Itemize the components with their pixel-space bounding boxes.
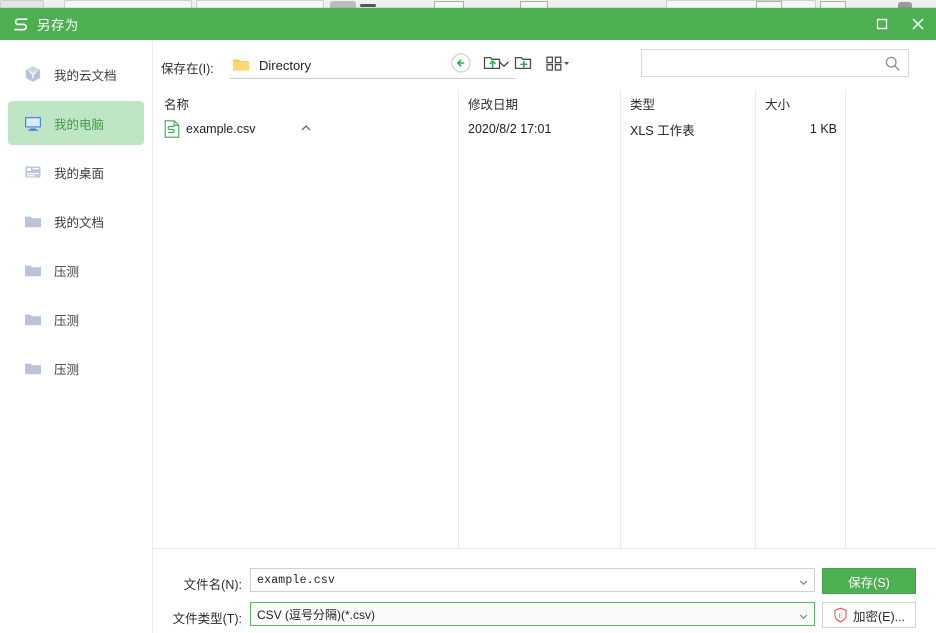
folder-new-icon: [512, 52, 534, 79]
shield-lock-icon: E: [833, 607, 848, 623]
desktop-icon: [22, 161, 44, 183]
folder-icon: [232, 57, 250, 73]
maximize-icon: [876, 18, 888, 30]
file-list-header: 名称 修改日期 类型 大小: [152, 90, 936, 116]
sidebar-item-label: 压测: [54, 362, 80, 377]
file-name: example.csv: [186, 122, 256, 136]
search-icon: [884, 55, 901, 72]
filetype-field[interactable]: CSV (逗号分隔)(*.csv): [250, 602, 815, 626]
save-as-dialog: 另存为 我的云文档 我的电脑 我的桌面 我的文档 压测 压测 压测 保存在(I)…: [0, 8, 936, 633]
app-logo-icon: [11, 14, 31, 34]
sidebar-item-label: 我的云文档: [54, 68, 117, 83]
encrypt-button[interactable]: E 加密(E)...: [822, 602, 916, 628]
sidebar-item-label: 我的电脑: [54, 117, 105, 132]
sidebar-item-folder-1[interactable]: 压测: [8, 248, 144, 292]
column-header-type[interactable]: 类型: [630, 94, 655, 113]
file-size: 1 KB: [809, 122, 837, 136]
folder-icon: [22, 357, 44, 379]
csv-file-icon: [164, 120, 180, 138]
view-mode-button[interactable]: [541, 52, 575, 78]
places-sidebar: 我的云文档 我的电脑 我的桌面 我的文档 压测 压测 压测: [0, 40, 153, 633]
save-in-label: 保存在(I):: [161, 62, 214, 76]
filename-field[interactable]: example.csv: [250, 568, 815, 592]
back-button[interactable]: [448, 52, 474, 78]
sidebar-item-my-computer[interactable]: 我的电脑: [8, 101, 144, 145]
table-row[interactable]: example.csv 2020/8/2 17:01 XLS 工作表 1 KB: [152, 117, 936, 141]
new-folder-button[interactable]: [510, 52, 536, 78]
encrypt-button-label: 加密(E)...: [852, 609, 906, 624]
view-grid-icon: [545, 54, 571, 77]
search-input[interactable]: [650, 49, 884, 77]
save-button-label: 保存(S): [848, 575, 890, 590]
file-list[interactable]: 名称 修改日期 类型 大小 example.csv 2020/8/2 17:01…: [152, 90, 936, 549]
up-folder-button[interactable]: [479, 52, 505, 78]
dialog-title: 另存为: [37, 18, 79, 33]
filetype-value: CSV (逗号分隔)(*.csv): [257, 607, 375, 622]
sidebar-item-cloud-docs[interactable]: 我的云文档: [8, 52, 144, 96]
chevron-down-icon[interactable]: [798, 609, 809, 627]
file-type: XLS 工作表: [630, 123, 695, 138]
sidebar-item-my-documents[interactable]: 我的文档: [8, 199, 144, 243]
current-folder-name: Directory: [259, 57, 312, 73]
column-header-size[interactable]: 大小: [765, 94, 790, 113]
folder-icon: [22, 259, 44, 281]
close-button[interactable]: [900, 8, 936, 40]
filetype-label: 文件类型(T):: [172, 612, 242, 626]
dialog-body: 我的云文档 我的电脑 我的桌面 我的文档 压测 压测 压测 保存在(I): Di…: [0, 40, 936, 633]
sidebar-item-folder-2[interactable]: 压测: [8, 297, 144, 341]
folder-icon: [22, 308, 44, 330]
sidebar-item-label: 压测: [54, 264, 80, 279]
column-header-modified[interactable]: 修改日期: [468, 94, 518, 113]
sidebar-item-label: 我的桌面: [54, 166, 105, 181]
sidebar-item-label: 压测: [54, 313, 80, 328]
svg-text:E: E: [838, 612, 842, 619]
path-toolbar: 保存在(I): Directory: [152, 40, 936, 90]
chevron-down-icon[interactable]: [798, 575, 809, 593]
save-button[interactable]: 保存(S): [822, 568, 916, 594]
filename-label: 文件名(N):: [183, 578, 242, 592]
column-header-name[interactable]: 名称: [164, 94, 189, 113]
window-controls: [864, 8, 936, 40]
save-form: 文件名(N): example.csv 文件类型(T): CSV (逗号分隔)(…: [152, 549, 936, 633]
computer-icon: [22, 112, 44, 134]
sidebar-item-label: 我的文档: [54, 215, 105, 230]
search-box[interactable]: [641, 49, 909, 77]
cloud-doc-icon: [22, 63, 44, 85]
folder-icon: [22, 210, 44, 232]
folder-up-icon: [481, 52, 503, 79]
close-icon: [912, 18, 924, 30]
sidebar-item-folder-3[interactable]: 压测: [8, 346, 144, 390]
filename-value: example.csv: [257, 573, 336, 587]
file-modified: 2020/8/2 17:01: [468, 122, 552, 136]
sidebar-item-desktop[interactable]: 我的桌面: [8, 150, 144, 194]
maximize-button[interactable]: [864, 8, 900, 40]
back-arrow-icon: [450, 52, 472, 79]
dialog-titlebar[interactable]: 另存为: [0, 8, 936, 40]
